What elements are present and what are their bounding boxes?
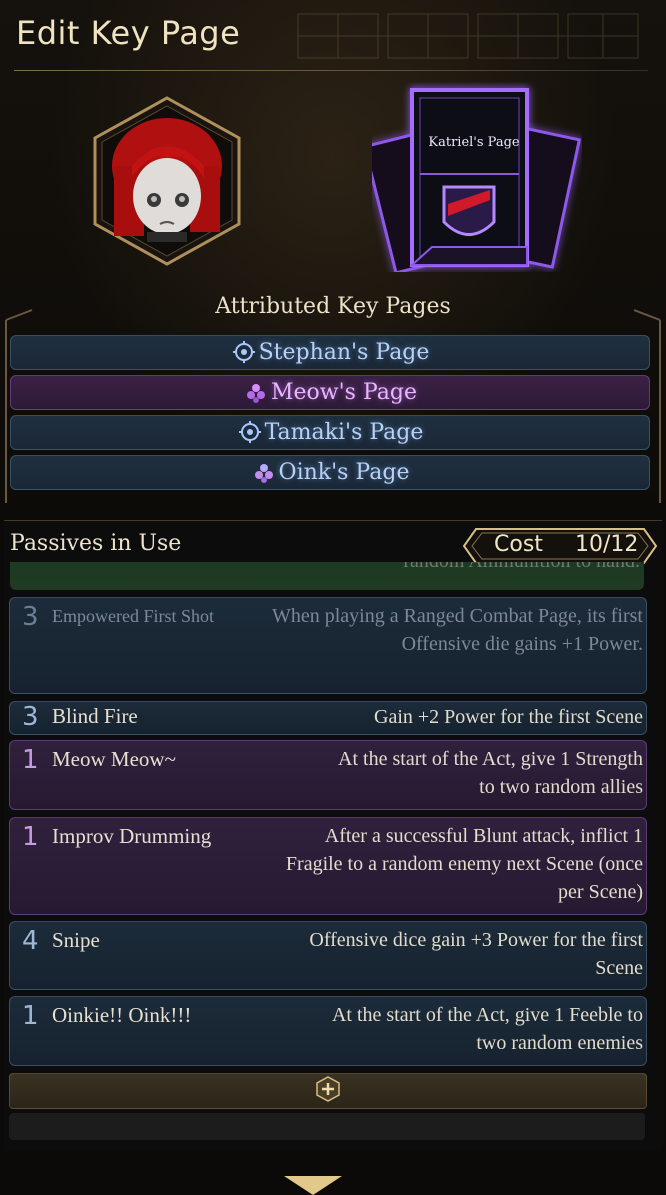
passive-name: Blind Fire: [52, 704, 138, 728]
attributed-label: Meow's Page: [271, 380, 417, 405]
character-portrait[interactable]: [92, 96, 242, 266]
page-title: Edit Key Page: [16, 14, 241, 52]
flower-emblem-icon: [247, 383, 265, 403]
passive-cost: 4: [22, 926, 39, 956]
cost-label: Cost: [494, 532, 543, 557]
passive-desc: After a successful Blunt attack, inflict…: [285, 825, 643, 903]
passive-cost: 3: [22, 702, 39, 732]
passive-desc: At the start of the Act, give 1 Strength…: [338, 748, 643, 798]
cost-value: 10/12: [575, 532, 639, 557]
passive-row[interactable]: 1 Meow Meow~ At the start of the Act, gi…: [9, 740, 647, 810]
key-page-title: Katriel's Page: [428, 135, 520, 150]
passive-desc-clipped: random Ammunition to hand.: [403, 562, 640, 573]
passive-row[interactable]: 4 Snipe Offensive dice gain +3 Power for…: [9, 921, 647, 990]
plus-icon[interactable]: [315, 1076, 341, 1102]
title-divider: [14, 70, 648, 71]
passive-row[interactable]: 3 Empowered First Shot When playing a Ra…: [9, 597, 647, 694]
passive-name: Meow Meow~: [52, 747, 176, 771]
passive-row[interactable]: 3 Blind Fire Gain +2 Power for the first…: [9, 701, 647, 735]
passive-name: Empowered First Shot: [52, 606, 214, 626]
key-page-book-icon[interactable]: [372, 82, 582, 272]
passive-row[interactable]: 1 Oinkie!! Oink!!! At the start of the A…: [9, 996, 647, 1066]
passive-name: Oinkie!! Oink!!!: [52, 1003, 192, 1027]
attributed-label: Tamaki's Page: [264, 420, 424, 445]
passive-cost: 1: [22, 822, 39, 852]
passive-name: Improv Drumming: [52, 824, 212, 848]
flower-emblem-icon: [254, 463, 273, 483]
attributed-label: Stephan's Page: [258, 340, 430, 365]
passive-row-clipped[interactable]: random Ammunition to hand.: [10, 562, 644, 590]
passive-desc: Offensive dice gain +3 Power for the fir…: [309, 929, 643, 979]
empty-passive-slot[interactable]: [9, 1113, 645, 1140]
passive-desc: At the start of the Act, give 1 Feeble t…: [331, 1004, 643, 1054]
attributed-row-oink[interactable]: Oink's Page: [10, 455, 650, 490]
passive-desc: Gain +2 Power for the first Scene: [374, 706, 643, 728]
attributed-row-stephan[interactable]: Stephan's Page: [10, 335, 650, 370]
gear-emblem-icon: [232, 340, 255, 363]
header: Edit Key Page: [0, 0, 666, 72]
passive-cost: 1: [22, 745, 39, 775]
passive-name: Snipe: [52, 928, 100, 952]
passive-cost: 1: [22, 1001, 39, 1031]
attributed-title: Attributed Key Pages: [215, 294, 451, 319]
passive-row[interactable]: 1 Improv Drumming After a successful Blu…: [9, 817, 647, 915]
chevron-down-icon[interactable]: [284, 1176, 342, 1195]
passives-header: Passives in Use: [10, 531, 182, 556]
lattice-ornament: [297, 13, 639, 59]
attributed-row-meow[interactable]: Meow's Page: [10, 375, 650, 410]
attributed-label: Oink's Page: [278, 460, 410, 485]
attributed-row-tamaki[interactable]: Tamaki's Page: [10, 415, 650, 450]
gear-emblem-icon: [238, 420, 261, 443]
passive-desc: When playing a Ranged Combat Page, its f…: [271, 605, 643, 655]
passive-cost: 3: [22, 602, 39, 632]
